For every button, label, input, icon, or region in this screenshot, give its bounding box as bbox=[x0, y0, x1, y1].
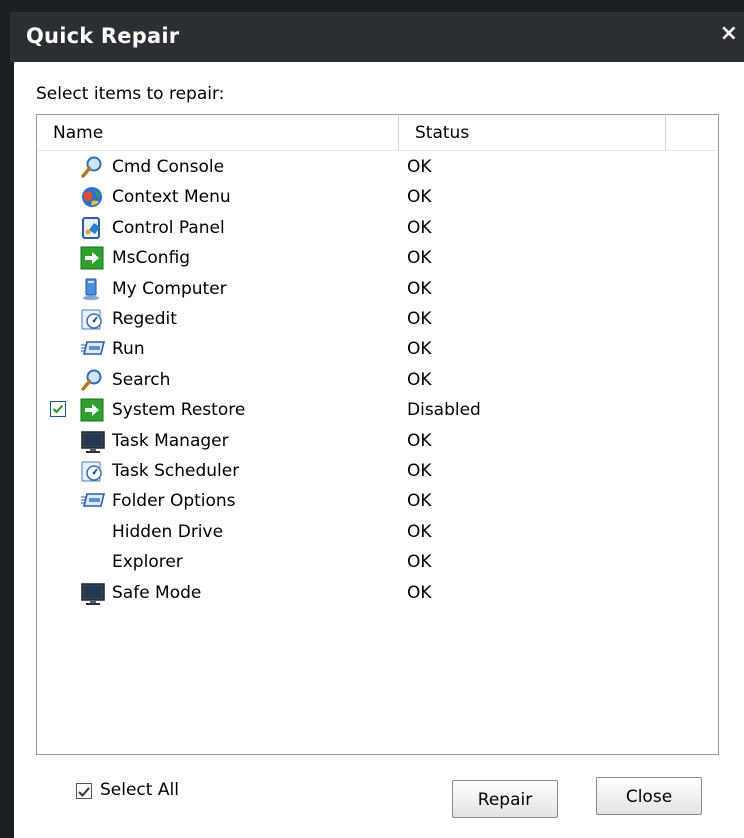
list-item[interactable]: Task Scheduler OK bbox=[37, 457, 718, 487]
item-status: Disabled bbox=[407, 400, 481, 421]
item-status: OK bbox=[407, 430, 432, 451]
item-status: OK bbox=[407, 491, 432, 512]
item-name: Hidden Drive bbox=[112, 521, 224, 542]
item-status: OK bbox=[407, 339, 432, 360]
magnifier-icon bbox=[80, 368, 104, 392]
monitor-icon bbox=[80, 429, 105, 453]
title-bar[interactable]: Quick Repair × bbox=[10, 12, 744, 62]
list-item[interactable]: Regedit OK bbox=[37, 305, 718, 335]
item-name: My Computer bbox=[112, 278, 227, 299]
item-status: OK bbox=[407, 369, 432, 390]
item-name: Control Panel bbox=[112, 217, 225, 238]
list-item[interactable]: System Restore Disabled bbox=[37, 396, 718, 426]
item-status: OK bbox=[407, 461, 432, 481]
list-item[interactable]: Task Manager OK bbox=[37, 427, 718, 457]
column-header-status[interactable]: Status bbox=[399, 115, 666, 150]
item-name: Context Menu bbox=[112, 187, 231, 208]
list-item[interactable]: Cmd Console OK bbox=[37, 153, 718, 183]
gauge-icon bbox=[80, 307, 104, 331]
item-status: OK bbox=[407, 248, 432, 269]
monitor-icon bbox=[80, 581, 105, 605]
green-arrow-icon bbox=[80, 246, 104, 270]
select-all-box[interactable] bbox=[76, 783, 92, 799]
gauge-icon bbox=[80, 459, 104, 483]
list-item[interactable]: Safe Mode OK bbox=[37, 579, 718, 609]
list-item[interactable]: Run OK bbox=[37, 335, 718, 365]
list-item[interactable]: My Computer OK bbox=[37, 275, 718, 305]
select-all-label: Select All bbox=[100, 780, 179, 800]
item-name: System Restore bbox=[112, 400, 246, 421]
item-status: OK bbox=[407, 309, 432, 329]
list-item[interactable]: Search OK bbox=[37, 366, 718, 396]
magnifier-icon bbox=[80, 155, 104, 179]
list-item[interactable]: Folder Options OK bbox=[37, 487, 718, 517]
item-checkbox[interactable] bbox=[50, 401, 66, 418]
instruction-label: Select items to repair: bbox=[36, 84, 225, 104]
run-icon bbox=[80, 489, 106, 513]
close-icon[interactable]: × bbox=[720, 23, 738, 45]
item-name: MsConfig bbox=[112, 248, 191, 269]
item-name: Folder Options bbox=[112, 491, 236, 512]
item-name: Cmd Console bbox=[112, 157, 225, 177]
item-name: Explorer bbox=[112, 552, 183, 573]
green-arrow-icon bbox=[80, 398, 104, 422]
list-item[interactable]: MsConfig OK bbox=[37, 244, 718, 274]
window-frame: Quick Repair × Select items to repair: N… bbox=[0, 0, 744, 838]
item-status: OK bbox=[407, 521, 432, 542]
repair-button[interactable]: Repair bbox=[452, 780, 558, 818]
globe-icon bbox=[80, 185, 104, 209]
list-item[interactable]: Explorer OK bbox=[37, 548, 718, 578]
list-item[interactable]: Context Menu OK bbox=[37, 183, 718, 213]
item-status: OK bbox=[407, 278, 432, 299]
item-status: OK bbox=[407, 187, 432, 208]
item-name: Task Manager bbox=[112, 430, 229, 451]
repair-items-list[interactable]: Name Status Cmd Console OK Context Menu OK C… bbox=[36, 114, 719, 755]
item-name: Task Scheduler bbox=[112, 461, 240, 481]
list-header: Name Status bbox=[37, 115, 718, 151]
close-button[interactable]: Close bbox=[596, 777, 702, 815]
item-status: OK bbox=[407, 157, 432, 177]
run-icon bbox=[80, 337, 106, 361]
item-status: OK bbox=[407, 217, 432, 238]
column-header-name-label: Name bbox=[53, 123, 104, 143]
computer-icon bbox=[80, 277, 104, 301]
control-panel-icon bbox=[80, 216, 104, 240]
item-status: OK bbox=[407, 552, 432, 573]
item-name: Safe Mode bbox=[112, 582, 202, 603]
window-title: Quick Repair bbox=[26, 24, 180, 48]
column-header-name[interactable]: Name bbox=[37, 115, 399, 150]
dialog-body: Select items to repair: Name Status Cmd … bbox=[14, 62, 744, 838]
list-item[interactable]: Hidden Drive OK bbox=[37, 518, 718, 548]
item-status: OK bbox=[407, 582, 432, 603]
item-name: Regedit bbox=[112, 309, 177, 329]
item-name: Search bbox=[112, 369, 171, 390]
list-item[interactable]: Control Panel OK bbox=[37, 214, 718, 244]
column-header-status-label: Status bbox=[415, 123, 470, 143]
item-name: Run bbox=[112, 339, 145, 360]
